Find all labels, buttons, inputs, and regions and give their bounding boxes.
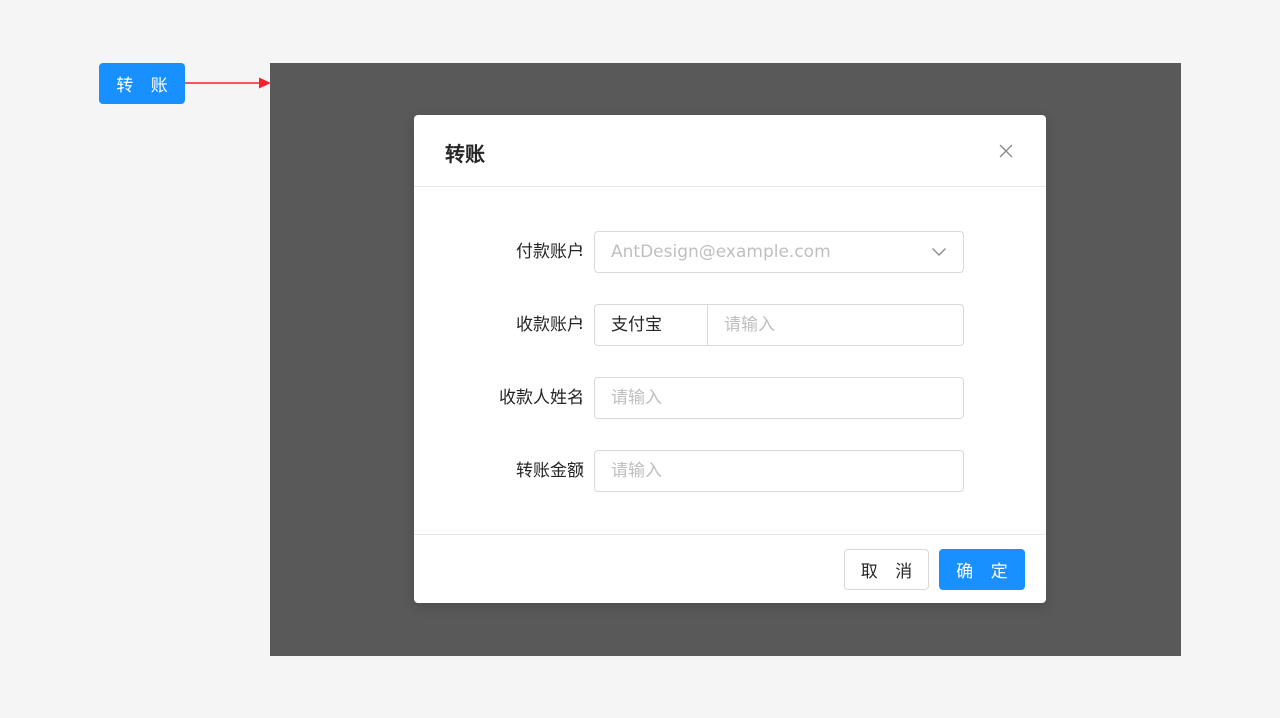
cancel-button-label: 取 消 [860,562,919,582]
amount-label: 转账金额 [516,461,584,481]
payee-account-type-label: 支付宝 [611,315,662,335]
payee-account-field: 支付宝 请输入 [594,304,964,346]
form-row-payer-account: 付款账户 : AntDesign@example.com [414,231,1046,273]
form-row-amount: 转账金额 : 请输入 [414,450,1046,492]
amount-colon: : [578,460,584,480]
chevron-down-icon [932,248,946,256]
transfer-trigger-button[interactable]: 转 账 [99,63,185,104]
payer-account-label: 付款账户 [516,242,584,262]
payee-account-input[interactable]: 请输入 [708,305,963,345]
arrow-right-icon [185,77,271,89]
payee-name-colon: : [578,387,584,407]
form-row-payee-name: 收款人姓名 : 请输入 [414,377,1046,419]
payee-name-input[interactable]: 请输入 [594,377,964,419]
payee-name-label: 收款人姓名 [499,388,584,408]
confirm-button-label: 确 定 [956,562,1014,582]
payer-account-placeholder: AntDesign@example.com [611,242,831,262]
payee-account-label: 收款账户 [516,315,584,335]
form-row-payee-account: 收款账户 : 支付宝 请输入 [414,304,1046,346]
confirm-button[interactable]: 确 定 [939,549,1025,590]
close-icon[interactable] [994,139,1018,163]
payee-name-placeholder: 请输入 [611,388,662,408]
payer-account-select[interactable]: AntDesign@example.com [594,231,964,273]
payer-account-colon: : [578,241,584,261]
modal-footer: 取 消 确 定 [414,534,1046,603]
modal-title: 转账 [445,142,485,166]
transfer-trigger-label: 转 账 [116,76,174,96]
payee-account-type-addon[interactable]: 支付宝 [595,305,708,345]
cancel-button[interactable]: 取 消 [844,549,929,590]
screen-overlay: 转账 付款账户 : AntDesign@example.com 收款账户 : 支… [270,63,1181,656]
payee-account-placeholder: 请输入 [724,315,775,335]
amount-placeholder: 请输入 [611,461,662,481]
modal-header: 转账 [414,115,1046,187]
transfer-modal: 转账 付款账户 : AntDesign@example.com 收款账户 : 支… [414,115,1046,603]
payee-account-colon: : [578,314,584,334]
amount-input[interactable]: 请输入 [594,450,964,492]
